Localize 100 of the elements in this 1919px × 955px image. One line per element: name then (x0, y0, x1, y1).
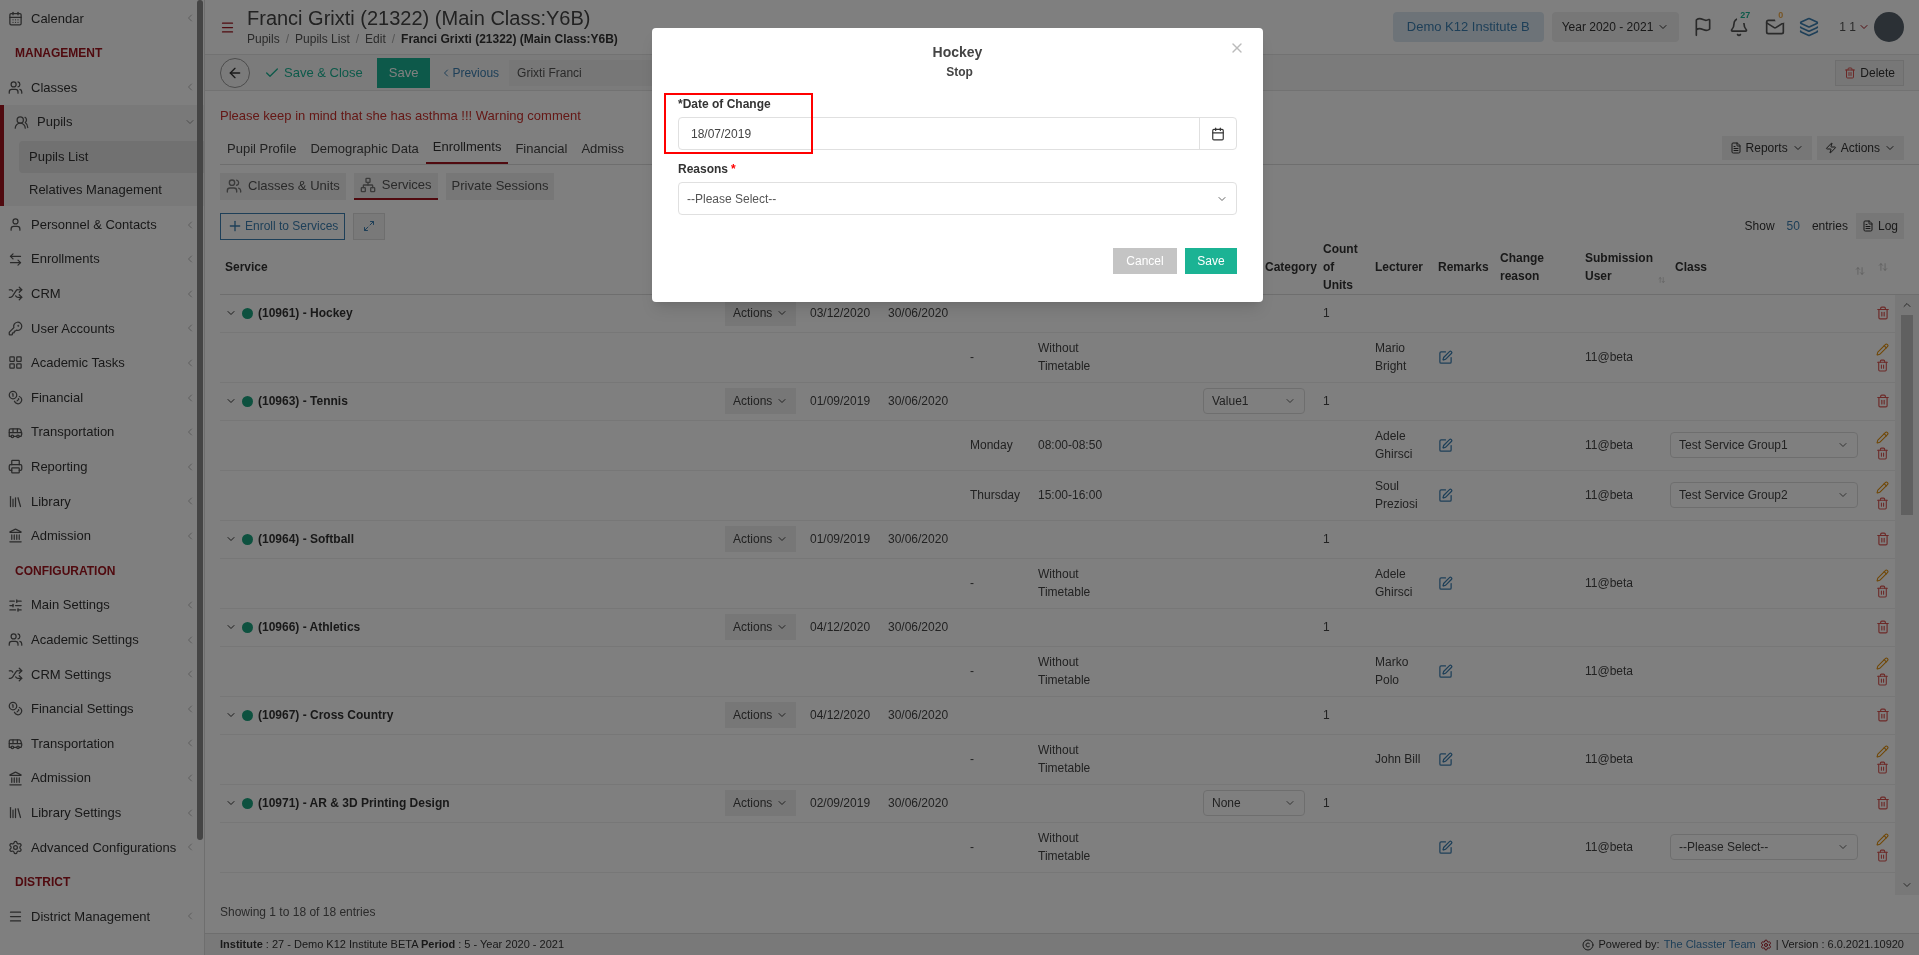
edit-remarks-icon[interactable] (1438, 437, 1453, 453)
subtab[interactable]: Classes & Units (220, 172, 346, 200)
team-link[interactable]: The Classter Team (1663, 936, 1756, 953)
edit-remarks-icon[interactable] (1438, 487, 1453, 503)
flag-icon[interactable] (1693, 17, 1714, 37)
dialog-subtitle: Stop (946, 64, 973, 81)
trash-icon[interactable] (1875, 708, 1890, 722)
page-length-select[interactable]: 50 (1782, 217, 1804, 235)
expand-button[interactable] (353, 212, 386, 240)
column-header[interactable]: Change reason (1500, 248, 1550, 285)
dropdown-button[interactable]: Reports (1721, 135, 1812, 160)
sidebar-item[interactable]: District Management (0, 899, 205, 934)
column-header[interactable]: Category (1265, 257, 1317, 276)
column-header[interactable]: Class (1675, 257, 1708, 276)
trash-icon[interactable] (1876, 760, 1889, 774)
lecturer: Soul Preziosi (1374, 478, 1419, 513)
mail-icon[interactable] (1765, 17, 1786, 37)
edit-remarks-icon[interactable] (1438, 575, 1453, 591)
trash-icon[interactable] (1875, 306, 1890, 320)
log-button[interactable]: Log (1855, 213, 1904, 239)
edit-remarks-icon[interactable] (1438, 751, 1453, 767)
layers-icon[interactable] (1799, 17, 1820, 37)
edit-remarks-icon[interactable] (1438, 839, 1453, 855)
class-select[interactable]: Test Service Group1 (1670, 432, 1858, 458)
subtab[interactable]: Services (353, 172, 438, 200)
scrollbar-thumb[interactable] (1901, 314, 1913, 515)
breadcrumb-item[interactable]: Pupils (247, 30, 280, 48)
class-select[interactable]: Test Service Group2 (1670, 482, 1858, 508)
tab[interactable]: Admiss (574, 139, 632, 164)
institute-button[interactable]: Demo K12 Institute B (1392, 12, 1544, 42)
sort-icon[interactable] (1855, 265, 1865, 276)
save-button[interactable]: Save (1185, 248, 1237, 274)
column-header[interactable]: Remarks (1438, 257, 1489, 276)
sidebar-subitem[interactable]: Relatives Management (19, 173, 205, 206)
user-name[interactable]: 1 1 (1839, 18, 1856, 36)
trash-icon[interactable] (1876, 672, 1889, 686)
submission-user: 11@beta (1584, 663, 1634, 680)
actions-dropdown[interactable]: Actions (725, 388, 797, 414)
column-header[interactable]: Submission User (1585, 248, 1658, 285)
bell-icon[interactable] (1729, 17, 1750, 37)
sidebar-heading: DISTRICT (15, 873, 71, 891)
class-select[interactable]: --Please Select-- (1670, 834, 1858, 860)
avatar[interactable] (1874, 12, 1904, 42)
save-button[interactable]: Save (376, 57, 431, 88)
edit-remarks-icon[interactable] (1438, 349, 1453, 365)
actions-dropdown[interactable]: Actions (725, 614, 797, 640)
trash-icon[interactable] (1875, 394, 1890, 408)
subtab[interactable]: Private Sessions (445, 172, 555, 200)
bank-icon (8, 528, 23, 544)
trash-icon[interactable] (1875, 620, 1890, 634)
trash-icon[interactable] (1875, 532, 1890, 546)
time: Without Timetable (1037, 654, 1092, 689)
previous-button[interactable]: Previous (440, 63, 500, 82)
delete-button[interactable]: Delete (1835, 59, 1904, 86)
menu-icon[interactable] (220, 19, 235, 35)
edit-remarks-icon[interactable] (1438, 663, 1453, 679)
category-select[interactable]: Value1 (1203, 388, 1305, 414)
trash-icon[interactable] (1876, 584, 1889, 598)
pencil-icon[interactable] (1876, 568, 1889, 582)
year-dropdown[interactable]: Year 2020 - 2021 (1551, 12, 1680, 42)
table-info: Showing 1 to 18 of 18 entries (220, 903, 377, 921)
enroll-button[interactable]: Enroll to Services (220, 212, 346, 240)
day: - (965, 750, 1033, 768)
pencil-icon[interactable] (1876, 430, 1889, 444)
tab[interactable]: Financial (508, 139, 575, 164)
actions-dropdown[interactable]: Actions (725, 702, 797, 728)
column-header[interactable]: Service (225, 257, 268, 276)
pencil-icon[interactable] (1876, 832, 1889, 846)
calendar-icon[interactable] (1211, 126, 1225, 141)
day: - (965, 574, 1033, 592)
trash-icon[interactable] (1876, 446, 1889, 460)
lecturer: Marko Polo (1374, 654, 1410, 689)
sort-icon[interactable] (1877, 261, 1888, 272)
tab[interactable]: Pupil Profile (220, 139, 304, 164)
actions-dropdown[interactable]: Actions (725, 526, 797, 552)
breadcrumb-item[interactable]: Pupils List (295, 30, 350, 48)
category-select[interactable]: None (1203, 790, 1305, 816)
submission-user: 11@beta (1584, 349, 1634, 366)
trash-icon[interactable] (1875, 796, 1890, 810)
trash-icon[interactable] (1876, 496, 1889, 510)
trash-icon[interactable] (1876, 358, 1889, 372)
pencil-icon[interactable] (1876, 480, 1889, 494)
logo-icon (1759, 938, 1772, 951)
column-header[interactable]: Count of Units (1323, 239, 1365, 294)
column-header[interactable]: Lecturer (1375, 257, 1424, 276)
dropdown-button[interactable]: Actions (1816, 135, 1904, 160)
tab[interactable]: Demographic Data (303, 139, 426, 164)
trash-icon[interactable] (1876, 848, 1889, 862)
people-icon (14, 114, 29, 130)
breadcrumb-item[interactable]: Edit (365, 30, 386, 48)
date-field[interactable]: 18/07/2019 (678, 117, 1237, 150)
tab[interactable]: Enrollments (425, 137, 509, 164)
pencil-icon[interactable] (1876, 342, 1889, 356)
pencil-icon[interactable] (1876, 656, 1889, 670)
actions-dropdown[interactable]: Actions (725, 300, 797, 326)
actions-dropdown[interactable]: Actions (725, 790, 797, 816)
reasons-select[interactable]: --Please Select-- (678, 182, 1237, 215)
sidebar-subitem[interactable]: Pupils List (19, 140, 205, 173)
pencil-icon[interactable] (1876, 744, 1889, 758)
sidebar-item[interactable]: Pupils (4, 104, 205, 140)
